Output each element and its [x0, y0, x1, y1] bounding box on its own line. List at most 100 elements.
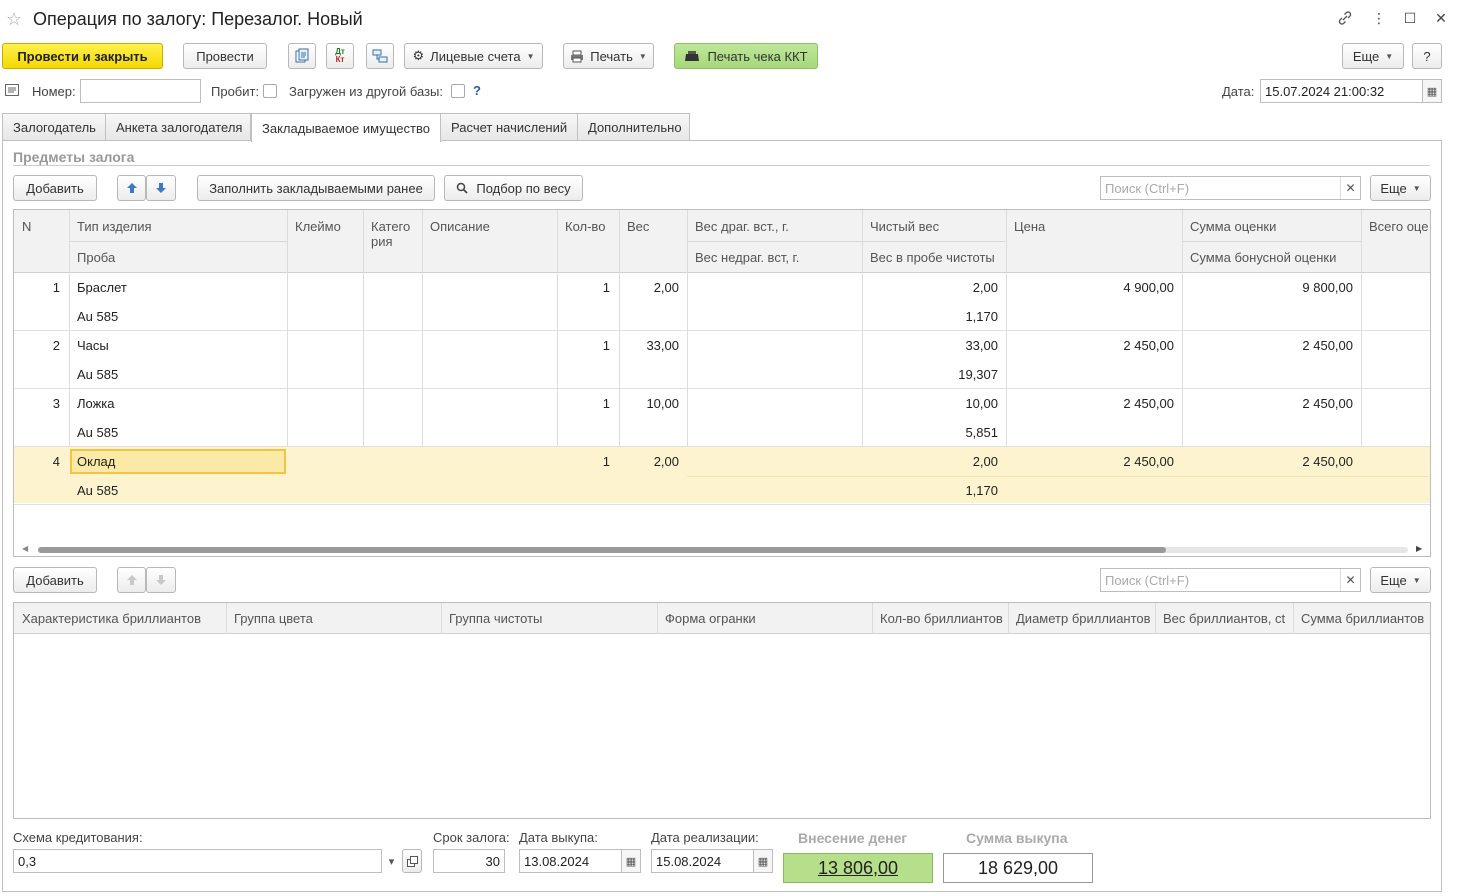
- calendar-icon[interactable]: ▦: [621, 849, 641, 873]
- tab-pledger-form[interactable]: Анкета залогодателя: [105, 113, 251, 141]
- maximize-icon[interactable]: ☐: [1400, 10, 1420, 27]
- col-color-group[interactable]: Группа цвета: [234, 611, 313, 626]
- chevron-down-icon[interactable]: ▾: [381, 849, 401, 873]
- items-table[interactable]: N Тип изделия Проба Клеймо Катего рия Оп…: [13, 209, 1431, 557]
- copy-doc-button[interactable]: [288, 43, 316, 69]
- col-type[interactable]: Тип изделия: [77, 219, 152, 234]
- items-search-input[interactable]: Поиск (Ctrl+F) ✕: [1100, 176, 1361, 200]
- item-probe[interactable]: Au 585: [77, 425, 118, 440]
- diamonds-more-button[interactable]: Еще ▼: [1370, 567, 1431, 593]
- item-type[interactable]: Ложка: [77, 396, 115, 411]
- move-down-button[interactable]: [146, 175, 176, 201]
- item-price[interactable]: 2 450,00: [1006, 454, 1174, 469]
- col-pure-weight[interactable]: Вес в пробе чистоты: [870, 250, 995, 265]
- tab-pledger[interactable]: Залогодатель: [2, 113, 106, 141]
- item-probe[interactable]: Au 585: [77, 367, 118, 382]
- diamond-move-down-button[interactable]: [146, 567, 176, 593]
- col-description[interactable]: Описание: [430, 219, 490, 234]
- col-diamond-char[interactable]: Характеристика бриллиантов: [22, 611, 201, 626]
- close-icon[interactable]: ✕: [1431, 10, 1451, 27]
- clear-icon[interactable]: ✕: [1340, 177, 1360, 199]
- item-qty[interactable]: 1: [557, 280, 610, 295]
- item-qty[interactable]: 1: [557, 454, 610, 469]
- col-category[interactable]: Катего рия: [371, 219, 410, 249]
- print-receipt-button[interactable]: Печать чека ККТ: [674, 43, 818, 69]
- item-pure-weight[interactable]: 5,851: [862, 425, 998, 440]
- item-type[interactable]: Часы: [77, 338, 109, 353]
- add-diamond-button[interactable]: Добавить: [13, 567, 97, 593]
- sale-date-field[interactable]: 15.08.2024 ▦: [651, 849, 773, 873]
- col-stone-weight[interactable]: Вес драг. вст., г.: [695, 219, 789, 234]
- post-button[interactable]: Провести: [183, 43, 267, 69]
- item-price[interactable]: 4 900,00: [1006, 280, 1174, 295]
- help-button[interactable]: ?: [1412, 43, 1442, 69]
- term-field[interactable]: 30: [433, 849, 505, 873]
- scroll-left-icon[interactable]: ◀: [22, 544, 28, 553]
- col-diamond-qty[interactable]: Кол-во бриллиантов: [880, 611, 1003, 626]
- col-diamond-weight[interactable]: Вес бриллиантов, ct: [1163, 611, 1285, 626]
- calendar-icon[interactable]: ▦: [753, 849, 773, 873]
- post-and-close-button[interactable]: Провести и закрыть: [2, 43, 163, 69]
- col-total[interactable]: Всего оце: [1369, 219, 1428, 234]
- dtkt-button[interactable]: Дт Кт: [326, 43, 354, 69]
- move-up-button[interactable]: [117, 175, 146, 201]
- more-vert-icon[interactable]: ⋮: [1369, 10, 1389, 27]
- item-pure-weight[interactable]: 1,170: [862, 483, 998, 498]
- more-menu-button[interactable]: Еще ▼: [1342, 43, 1404, 69]
- diamonds-table[interactable]: Характеристика бриллиантов Группа цвета …: [13, 602, 1431, 819]
- comment-icon[interactable]: [5, 84, 19, 96]
- col-nonprecious-weight[interactable]: Вес недраг. вст, г.: [695, 250, 799, 265]
- accounts-menu-button[interactable]: ⚙ Лицевые счета ▼: [404, 43, 543, 69]
- item-weight[interactable]: 10,00: [619, 396, 679, 411]
- link-icon[interactable]: [1337, 10, 1357, 26]
- item-probe[interactable]: Au 585: [77, 309, 118, 324]
- favorite-star-icon[interactable]: ☆: [6, 9, 22, 30]
- item-appraisal[interactable]: 9 800,00: [1182, 280, 1353, 295]
- tab-pledged-property[interactable]: Закладываемое имущество: [251, 113, 441, 142]
- col-clarity-group[interactable]: Группа чистоты: [449, 611, 542, 626]
- item-price[interactable]: 2 450,00: [1006, 338, 1174, 353]
- item-net-weight[interactable]: 10,00: [862, 396, 998, 411]
- col-net-weight[interactable]: Чистый вес: [870, 219, 939, 234]
- scrollbar-thumb[interactable]: [38, 547, 1166, 553]
- item-probe[interactable]: Au 585: [77, 483, 118, 498]
- number-field[interactable]: [80, 79, 201, 103]
- item-price[interactable]: 2 450,00: [1006, 396, 1174, 411]
- scheme-field[interactable]: 0,3 ▾: [13, 849, 401, 873]
- col-diamond-diameter[interactable]: Диаметр бриллиантов: [1016, 611, 1151, 626]
- print-menu-button[interactable]: Печать ▼: [563, 43, 654, 69]
- item-weight[interactable]: 2,00: [619, 280, 679, 295]
- item-appraisal[interactable]: 2 450,00: [1182, 338, 1353, 353]
- item-pure-weight[interactable]: 19,307: [862, 367, 998, 382]
- structure-button[interactable]: [366, 43, 394, 69]
- fill-previous-button[interactable]: Заполнить закладываемыми ранее: [197, 175, 435, 201]
- items-more-button[interactable]: Еще ▼: [1370, 175, 1431, 201]
- buyout-date-field[interactable]: 13.08.2024 ▦: [519, 849, 641, 873]
- diamonds-search-input[interactable]: Поиск (Ctrl+F) ✕: [1100, 568, 1361, 592]
- diamond-move-up-button[interactable]: [117, 567, 146, 593]
- open-scheme-button[interactable]: [402, 849, 422, 873]
- col-weight[interactable]: Вес: [627, 219, 649, 234]
- deposit-amount-link[interactable]: 13 806,00: [783, 853, 933, 883]
- date-field[interactable]: 15.07.2024 21:00:32 ▦: [1260, 79, 1442, 103]
- loaded-help-link[interactable]: ?: [473, 83, 481, 98]
- item-type[interactable]: Браслет: [77, 280, 127, 295]
- col-mark[interactable]: Клеймо: [295, 219, 341, 234]
- item-net-weight[interactable]: 2,00: [862, 454, 998, 469]
- item-appraisal[interactable]: 2 450,00: [1182, 454, 1353, 469]
- item-type[interactable]: Оклад: [77, 454, 115, 469]
- item-appraisal[interactable]: 2 450,00: [1182, 396, 1353, 411]
- col-cut-shape[interactable]: Форма огранки: [665, 611, 756, 626]
- clear-icon[interactable]: ✕: [1340, 569, 1360, 591]
- item-net-weight[interactable]: 33,00: [862, 338, 998, 353]
- horizontal-scrollbar[interactable]: ◀ ▶: [14, 542, 1430, 556]
- scroll-right-icon[interactable]: ▶: [1416, 544, 1422, 553]
- tab-calculation[interactable]: Расчет начислений: [440, 113, 578, 141]
- weight-pick-button[interactable]: Подбор по весу: [444, 175, 583, 201]
- loaded-checkbox[interactable]: [451, 84, 465, 98]
- item-weight[interactable]: 2,00: [619, 454, 679, 469]
- col-probe[interactable]: Проба: [77, 250, 115, 265]
- probit-checkbox[interactable]: [263, 84, 277, 98]
- item-pure-weight[interactable]: 1,170: [862, 309, 998, 324]
- item-qty[interactable]: 1: [557, 396, 610, 411]
